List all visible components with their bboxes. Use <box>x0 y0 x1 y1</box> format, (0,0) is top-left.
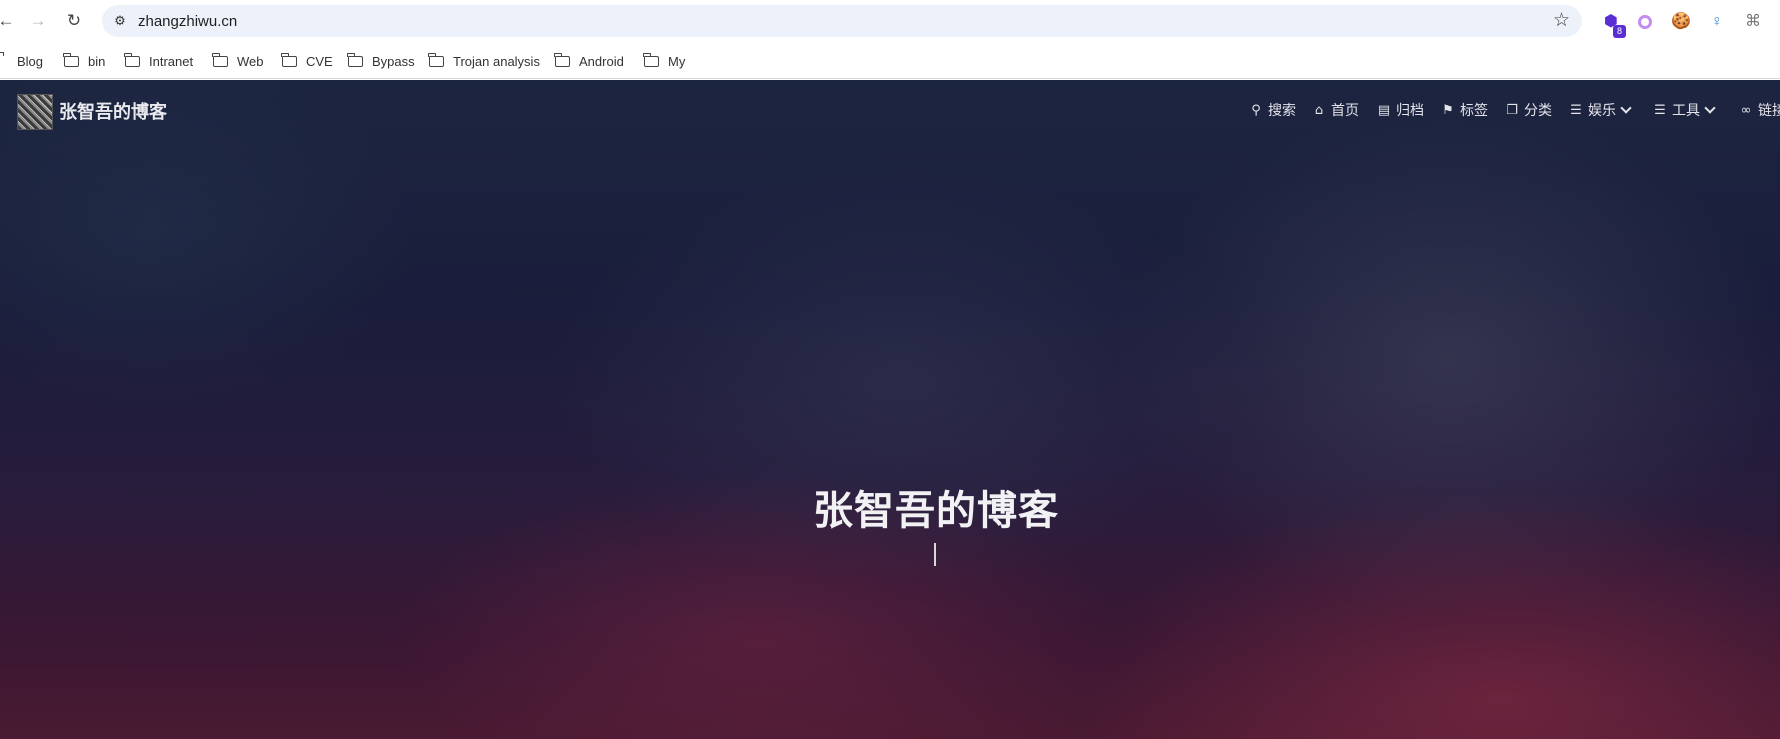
folder-icon <box>643 52 659 67</box>
folder-icon <box>212 52 228 67</box>
bookmark-folder[interactable]: Trojan analysis <box>428 51 540 71</box>
folder-icon <box>124 52 140 67</box>
home-icon: ⌂ <box>1314 102 1324 118</box>
folder-icon <box>554 52 570 67</box>
site-brand[interactable]: 张智吾的博客 <box>59 98 167 124</box>
archive-icon: ▤ <box>1377 102 1391 118</box>
folder-icon <box>281 52 297 67</box>
chevron-down-icon <box>1704 102 1716 114</box>
chevron-down-icon <box>1620 102 1632 114</box>
extension-blue-hex-icon[interactable]: ⬢ 8 <box>1600 11 1626 38</box>
extension-pin-icon[interactable]: ♀ <box>1706 11 1728 33</box>
folder-open-icon: ❐ <box>1506 102 1518 118</box>
menu-item-links[interactable]: ∞ 链接 <box>1738 100 1780 120</box>
folder-icon <box>347 52 363 67</box>
bookmark-folder[interactable]: Web <box>212 51 264 71</box>
bookmark-folder[interactable]: Bypass <box>347 51 415 71</box>
bookmark-folder[interactable]: CVE <box>281 51 333 71</box>
bookmark-star-icon[interactable]: ☆ <box>1553 10 1570 32</box>
tags-icon: ⚑ <box>1442 102 1454 118</box>
menu-item-categories[interactable]: ❐ 分类 <box>1504 100 1552 120</box>
folder-icon <box>63 52 79 67</box>
bookmark-folder[interactable]: Intranet <box>124 51 193 71</box>
menu-item-entertainment[interactable]: ☰ 娱乐 <box>1568 100 1632 120</box>
bookmark-folder[interactable]: Android <box>554 51 624 71</box>
folder-icon <box>428 52 444 67</box>
site-logo[interactable] <box>17 94 53 130</box>
menu-item-tools[interactable]: ☰ 工具 <box>1652 100 1716 120</box>
list-icon: ☰ <box>1570 102 1582 118</box>
url-text[interactable]: zhangzhiwu.cn <box>138 13 237 30</box>
browser-toolbar: ← → ↻ ⚙ zhangzhiwu.cn ☆ ⬢ 8 🍪 ♀ ⌘ <box>0 0 1780 42</box>
link-icon: ∞ <box>1740 102 1752 118</box>
site-info-icon[interactable]: ⚙ <box>110 11 130 31</box>
extension-cookie-icon[interactable]: 🍪 <box>1670 11 1692 33</box>
list-icon: ☰ <box>1654 102 1666 118</box>
bookmarks-bar: Blog bin Intranet Web CVE Bypass Trojan … <box>0 42 1780 79</box>
menu-item-archive[interactable]: ▤ 归档 <box>1376 100 1424 120</box>
back-icon[interactable]: ← <box>0 9 18 33</box>
menu-item-tags[interactable]: ⚑ 标签 <box>1440 100 1488 120</box>
search-icon: ⚲ <box>1251 102 1261 118</box>
extension-purple-ring-icon[interactable] <box>1634 11 1656 33</box>
menu-item-search[interactable]: ⚲ 搜索 <box>1248 100 1296 120</box>
menu-item-home[interactable]: ⌂ 首页 <box>1311 100 1359 120</box>
extension-badge: 8 <box>1613 25 1626 38</box>
forward-icon[interactable]: → <box>26 9 50 33</box>
bookmark-folder[interactable]: My <box>643 51 685 71</box>
extension-puzzle-icon[interactable]: ⌘ <box>1742 11 1764 33</box>
hero-title: 张智吾的博客 <box>813 488 1059 534</box>
address-bar[interactable]: ⚙ zhangzhiwu.cn ☆ <box>102 5 1582 37</box>
bookmark-folder[interactable]: bin <box>63 51 105 71</box>
blog-page: 张智吾的博客 ⚲ 搜索 ⌂ 首页 ▤ 归档 ⚑ 标签 ❐ 分类 ☰ 娱乐 ☰ 工具 ∞ 链接 张… <box>0 80 1780 739</box>
bookmark-folder[interactable]: Blog <box>0 51 43 71</box>
typing-cursor <box>934 543 936 566</box>
reload-icon[interactable]: ↻ <box>62 9 86 33</box>
